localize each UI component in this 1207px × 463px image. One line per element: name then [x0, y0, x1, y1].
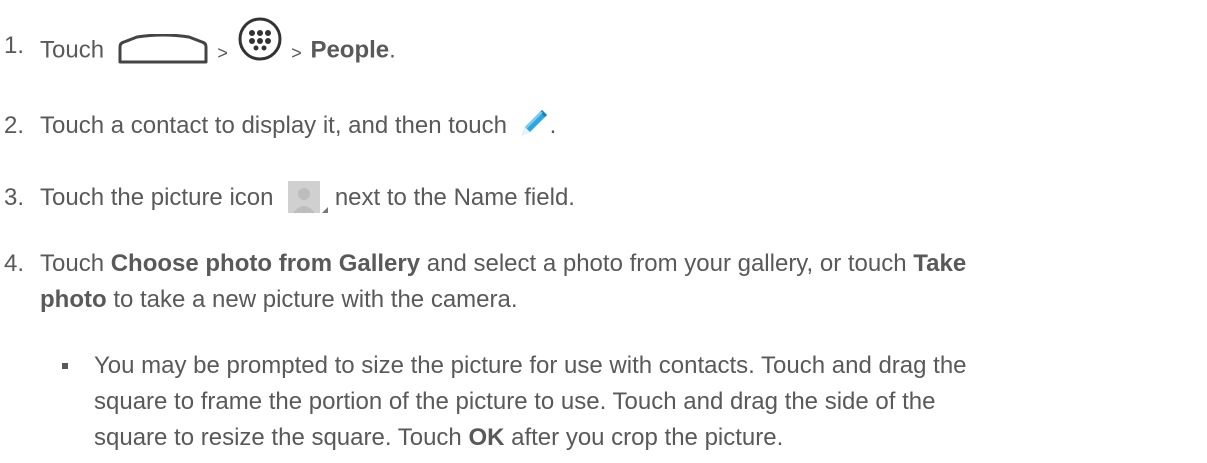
- step-body-before: Touch the picture icon: [40, 184, 274, 211]
- apps-grid-icon: [237, 16, 283, 62]
- step-text: Touch a contact to display it, and then …: [40, 108, 556, 144]
- step-number: 1.: [4, 32, 25, 59]
- step-text: Touch the picture icon next to the Name …: [40, 180, 575, 216]
- separator: >: [217, 43, 228, 64]
- step-touch-text: Touch: [40, 250, 105, 277]
- step-number: 2.: [4, 112, 25, 139]
- step-body-after: next to the Name field.: [334, 184, 575, 211]
- home-outline-icon: [117, 33, 209, 64]
- step-touch-text: Touch: [40, 36, 105, 64]
- choose-photo-option: Choose photo from Gallery: [110, 250, 421, 277]
- bullet-text-before: square to resize the square. Touch: [94, 424, 462, 451]
- step-text: Touch Choose photo from Gallery and sele…: [40, 246, 966, 282]
- step-text: photo to take a new picture with the cam…: [40, 282, 518, 318]
- step-body: Touch a contact to display it, and then …: [40, 112, 507, 139]
- people-target: People: [310, 36, 390, 64]
- bullet-line: square to resize the square. Touch OK af…: [94, 420, 783, 456]
- bullet-line: You may be prompted to size the picture …: [94, 352, 967, 379]
- contact-picture-icon: [288, 180, 329, 213]
- bullet-text-after: after you crop the picture.: [511, 424, 784, 451]
- edit-pencil-icon: [518, 107, 550, 139]
- step-body: and select a photo from your gallery, or…: [426, 250, 907, 277]
- step-text: Touch > > People.: [40, 17, 396, 74]
- step-number: 3.: [4, 184, 25, 211]
- ok-option: OK: [468, 424, 505, 451]
- bullet-square-icon: [62, 363, 68, 369]
- period: .: [549, 112, 557, 139]
- take-option: Take: [913, 250, 967, 277]
- step-body: to take a new picture with the camera.: [113, 286, 518, 313]
- photo-option: photo: [40, 286, 107, 313]
- bullet-line: square to frame the portion of the pictu…: [94, 388, 936, 415]
- period: .: [389, 36, 396, 64]
- step-number: 4.: [4, 250, 25, 277]
- separator: >: [291, 43, 302, 64]
